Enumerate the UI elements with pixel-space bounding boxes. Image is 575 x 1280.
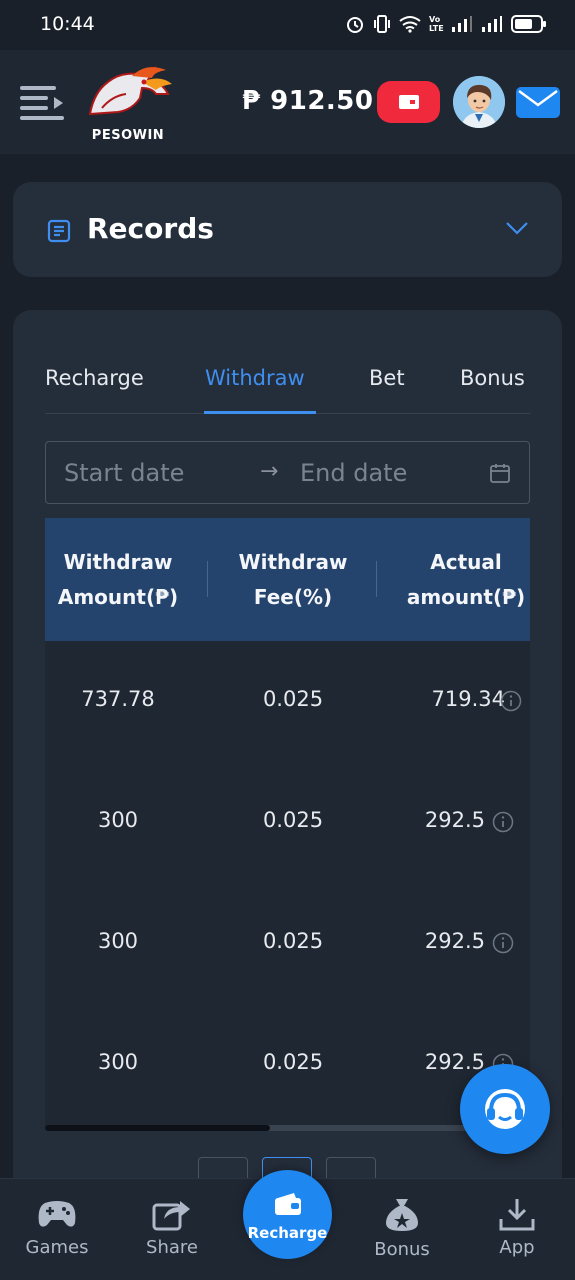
cell-fee: 0.025 bbox=[262, 1050, 324, 1074]
mail-icon[interactable] bbox=[516, 87, 560, 118]
nav-games[interactable]: Games bbox=[7, 1197, 107, 1258]
record-tabs: Recharge Withdraw Bet Bonus bbox=[45, 362, 530, 414]
nav-app-label: App bbox=[499, 1237, 535, 1258]
info-icon[interactable] bbox=[500, 690, 522, 712]
table-row[interactable]: 300 0.025 292.5 bbox=[45, 883, 530, 1004]
scrollbar-thumb[interactable] bbox=[45, 1125, 270, 1131]
volte-label: Vo LTE bbox=[429, 15, 444, 33]
cell-amount: 300 bbox=[97, 1050, 139, 1074]
table-header: Withdraw Amount(₱) Withdraw Fee(%) Actual a… bbox=[45, 518, 530, 641]
nav-games-label: Games bbox=[25, 1237, 89, 1258]
vibrate-icon bbox=[374, 15, 390, 33]
status-time: 10:44 bbox=[40, 13, 95, 35]
tab-bonus[interactable]: Bonus bbox=[460, 366, 525, 390]
table-row[interactable]: 300 0.025 292.5 bbox=[45, 762, 530, 883]
header-divider bbox=[376, 561, 377, 597]
wallet-button[interactable] bbox=[377, 81, 440, 123]
nav-recharge[interactable]: Recharge bbox=[243, 1170, 332, 1259]
info-icon[interactable] bbox=[492, 932, 514, 954]
cell-amount: 300 bbox=[97, 929, 139, 953]
chevron-down-icon[interactable] bbox=[505, 220, 529, 236]
cell-actual: 292.5 bbox=[424, 1050, 485, 1074]
share-icon bbox=[152, 1201, 190, 1231]
active-tab-indicator bbox=[204, 411, 316, 414]
wifi-icon bbox=[399, 16, 421, 33]
headset-icon bbox=[485, 1089, 525, 1129]
withdraw-table: Withdraw Amount(₱) Withdraw Fee(%) Actual a… bbox=[45, 518, 530, 1128]
cell-actual: 292.5 bbox=[424, 808, 485, 832]
calendar-icon[interactable] bbox=[489, 462, 511, 484]
cell-fee: 0.025 bbox=[262, 808, 324, 832]
nav-bonus-label: Bonus bbox=[374, 1239, 430, 1260]
status-bar: 10:44 Vo LTE bbox=[0, 0, 575, 50]
wallet-icon bbox=[275, 1193, 301, 1215]
cell-fee: 0.025 bbox=[262, 687, 324, 711]
user-avatar-icon bbox=[453, 76, 505, 128]
header-actual-amount: Actual amount(₱) bbox=[406, 550, 526, 609]
records-dropdown[interactable]: Records bbox=[13, 182, 562, 277]
table-scrollbar[interactable] bbox=[45, 1125, 530, 1131]
tab-bet[interactable]: Bet bbox=[369, 366, 405, 390]
app-header: PESOWIN ₱ 912.50 bbox=[0, 50, 575, 154]
cell-actual: 719.34 bbox=[431, 687, 505, 711]
nav-recharge-label: Recharge bbox=[247, 1224, 328, 1242]
document-icon bbox=[47, 219, 71, 243]
signal-icon bbox=[452, 16, 472, 32]
cell-amount: 300 bbox=[97, 808, 139, 832]
avatar[interactable] bbox=[453, 76, 505, 128]
balance-amount: ₱ 912.50 bbox=[242, 86, 374, 116]
cell-amount: 737.78 bbox=[81, 687, 155, 711]
info-icon[interactable] bbox=[492, 811, 514, 833]
tab-withdraw[interactable]: Withdraw bbox=[205, 366, 305, 390]
records-title: Records bbox=[87, 212, 214, 245]
status-icons: Vo LTE bbox=[345, 14, 547, 34]
table-row[interactable]: 737.78 0.025 719.34 bbox=[45, 641, 530, 762]
tab-recharge[interactable]: Recharge bbox=[45, 366, 144, 390]
range-arrow-icon: → bbox=[260, 459, 279, 484]
cell-fee: 0.025 bbox=[262, 929, 324, 953]
nav-bonus[interactable]: Bonus bbox=[352, 1197, 452, 1260]
header-divider bbox=[207, 561, 208, 597]
customer-support-button[interactable] bbox=[460, 1064, 550, 1154]
end-date-input[interactable]: End date bbox=[300, 459, 407, 487]
pesowin-logo[interactable]: PESOWIN bbox=[82, 64, 174, 143]
nav-app[interactable]: App bbox=[467, 1197, 567, 1258]
table-row[interactable]: 300 0.025 292.5 bbox=[45, 1004, 530, 1125]
wallet-icon bbox=[398, 95, 419, 109]
header-withdraw-fee: Withdraw Fee(%) bbox=[238, 550, 348, 609]
start-date-input[interactable]: Start date bbox=[64, 459, 184, 487]
menu-icon[interactable] bbox=[20, 84, 64, 120]
battery-icon bbox=[511, 15, 546, 33]
cell-actual: 292.5 bbox=[424, 929, 485, 953]
table-body: 737.78 0.025 719.34 300 0.025 292.5 300 … bbox=[45, 641, 530, 1128]
header-withdraw-amount: Withdraw Amount(₱) bbox=[57, 550, 179, 609]
nav-share-label: Share bbox=[146, 1237, 198, 1258]
horse-logo-icon bbox=[88, 66, 172, 116]
gamepad-icon bbox=[38, 1201, 76, 1227]
date-range-picker[interactable]: Start date → End date bbox=[45, 441, 530, 504]
money-bag-icon bbox=[386, 1199, 418, 1231]
signal-icon-2 bbox=[482, 16, 502, 32]
logo-text: PESOWIN bbox=[91, 128, 165, 143]
download-icon bbox=[499, 1199, 535, 1231]
nav-share[interactable]: Share bbox=[122, 1197, 222, 1258]
alarm-icon bbox=[347, 17, 363, 33]
